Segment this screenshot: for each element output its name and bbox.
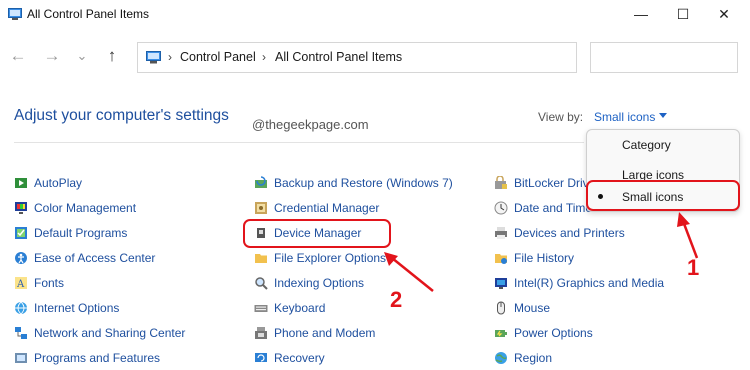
item-label: File Explorer Options: [274, 251, 387, 265]
chevron-down-icon[interactable]: [659, 113, 667, 118]
window-title: All Control Panel Items: [27, 7, 150, 21]
power-icon: [495, 330, 507, 337]
programs-features-icon: [15, 353, 27, 363]
item-label: Programs and Features: [34, 351, 161, 365]
item-label: Keyboard: [274, 301, 326, 315]
annotation-number-2: 2: [390, 287, 403, 312]
minimize-button[interactable]: —: [630, 4, 652, 24]
item-label: Devices and Printers: [514, 226, 625, 240]
item-label: AutoPlay: [34, 176, 83, 190]
watermark: @thegeekpage.com: [252, 117, 369, 132]
phone-icon: [255, 327, 267, 339]
view-by-label: View by:: [538, 110, 584, 124]
breadcrumb-chevron-icon: ›: [168, 50, 172, 64]
internet-options-icon: [15, 301, 27, 315]
globe-icon: [495, 352, 507, 364]
close-button[interactable]: ✕: [713, 4, 735, 24]
control-panel-icon: [8, 8, 22, 20]
item-label: Fonts: [34, 276, 65, 290]
callout-small-icons: [586, 180, 740, 211]
keyboard-icon: [254, 305, 268, 312]
item-label: Ease of Access Center: [34, 251, 156, 265]
autoplay-icon: [15, 178, 27, 188]
network-icon: [15, 327, 27, 339]
item-label: Region: [514, 351, 553, 365]
item-label: Phone and Modem: [274, 326, 376, 340]
color-management-icon: [15, 202, 27, 214]
breadcrumb-chevron-icon: ›: [262, 50, 266, 64]
maximize-button[interactable]: ☐: [672, 4, 694, 24]
mouse-icon: [497, 301, 505, 315]
item-label: Recovery: [274, 351, 325, 365]
fonts-icon: A: [15, 277, 27, 290]
navigation-bar: ← → ⌄ ↑ › Control Panel › All Control Pa…: [0, 38, 750, 78]
default-programs-icon: [15, 227, 27, 239]
search-input[interactable]: [590, 42, 738, 73]
item-label: Power Options: [514, 326, 593, 340]
forward-button[interactable]: →: [40, 44, 64, 68]
callout-device-manager: [243, 219, 391, 248]
item-label: Indexing Options: [274, 276, 365, 290]
arrow-2: [384, 252, 434, 292]
folder-icon: [255, 254, 267, 263]
title-bar: All Control Panel Items — ☐ ✕: [0, 0, 750, 30]
item-label: Date and Time: [514, 201, 593, 215]
item-label: Backup and Restore (Windows 7): [274, 176, 453, 190]
indexing-icon: [255, 277, 268, 290]
control-panel-icon: [146, 51, 161, 64]
file-history-icon: [495, 254, 507, 264]
credential-manager-icon: [255, 202, 267, 214]
clock-icon: [494, 201, 508, 215]
item-label: File History: [514, 251, 575, 265]
annotation-number-1: 1: [687, 255, 700, 280]
item-label: Default Programs: [34, 226, 128, 240]
recent-locations-dropdown[interactable]: ⌄: [70, 44, 94, 68]
item-label: Mouse: [514, 301, 551, 315]
recovery-icon: [255, 353, 267, 362]
menu-item-category[interactable]: Category: [622, 138, 671, 152]
backup-restore-icon: [255, 176, 267, 188]
view-by-dropdown[interactable]: Small icons: [594, 110, 655, 124]
item-label: Credential Manager: [274, 201, 380, 215]
back-button[interactable]: ←: [6, 44, 30, 68]
address-bar[interactable]: › Control Panel › All Control Panel Item…: [137, 42, 577, 73]
item-label: Color Management: [34, 201, 137, 215]
ease-of-access-icon: [15, 252, 27, 264]
arrow-1: [677, 212, 699, 259]
item-label: Network and Sharing Center: [34, 326, 186, 340]
svg-text:A: A: [16, 279, 25, 290]
up-button[interactable]: ↑: [100, 44, 124, 68]
breadcrumb-all-items[interactable]: All Control Panel Items: [275, 50, 402, 64]
printer-icon: [495, 227, 507, 239]
bitlocker-icon: [495, 176, 507, 189]
divider: [14, 142, 584, 143]
breadcrumb-control-panel[interactable]: Control Panel: [180, 50, 256, 64]
item-label: Intel(R) Graphics and Media: [514, 276, 665, 290]
intel-graphics-icon: [495, 278, 507, 289]
item-label: Internet Options: [34, 301, 120, 315]
page-title: Adjust your computer's settings: [14, 107, 229, 124]
